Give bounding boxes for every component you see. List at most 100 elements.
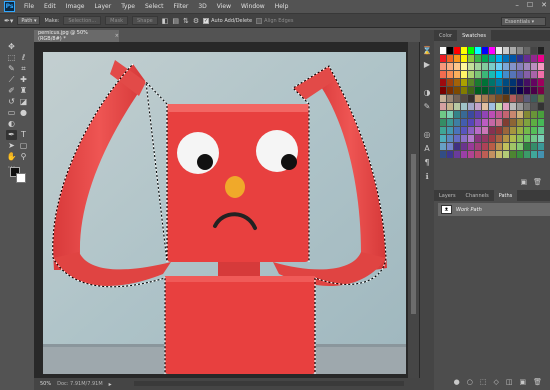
swatch-chip[interactable]: [503, 95, 509, 102]
swatch-chip[interactable]: [538, 87, 544, 94]
swatch-chip[interactable]: [454, 103, 460, 110]
swatch-chip[interactable]: [489, 119, 495, 126]
swatch-chip[interactable]: [440, 71, 446, 78]
marquee-icon[interactable]: ⬚: [6, 53, 17, 63]
swatch-chip[interactable]: [517, 127, 523, 134]
swatch-chip[interactable]: [496, 63, 502, 70]
mode-dropdown[interactable]: Path ▾: [17, 16, 41, 25]
swatch-chip[interactable]: [496, 135, 502, 142]
swatch-chip[interactable]: [517, 63, 523, 70]
swatch-chip[interactable]: [538, 71, 544, 78]
swatch-chip[interactable]: [524, 111, 530, 118]
zoom-icon[interactable]: ⚲: [18, 152, 29, 162]
swatch-chip[interactable]: [447, 95, 453, 102]
swatch-chip[interactable]: [503, 111, 509, 118]
swatch-chip[interactable]: [489, 79, 495, 86]
blur-icon[interactable]: ●: [18, 108, 29, 118]
swatch-chip[interactable]: [531, 47, 537, 54]
swatch-chip[interactable]: [468, 119, 474, 126]
swatch-chip[interactable]: [440, 143, 446, 150]
swatch-chip[interactable]: [447, 111, 453, 118]
path-row-work-path[interactable]: ᴥ Work Path: [438, 203, 550, 216]
swatch-chip[interactable]: [440, 47, 446, 54]
swatch-chip[interactable]: [440, 79, 446, 86]
swatch-chip[interactable]: [461, 127, 467, 134]
minimize-button[interactable]: –: [515, 1, 519, 9]
swatch-chip[interactable]: [468, 111, 474, 118]
swatch-chip[interactable]: [503, 103, 509, 110]
quick-select-icon[interactable]: ✎: [6, 64, 17, 74]
swatch-chip[interactable]: [468, 79, 474, 86]
swatch-chip[interactable]: [538, 55, 544, 62]
swatch-chip[interactable]: [531, 151, 537, 158]
swatch-chip[interactable]: [517, 55, 523, 62]
swatch-chip[interactable]: [503, 47, 509, 54]
swatch-chip[interactable]: [538, 143, 544, 150]
swatch-chip[interactable]: [461, 71, 467, 78]
swatch-chip[interactable]: [510, 143, 516, 150]
swatch-chip[interactable]: [468, 143, 474, 150]
swatch-chip[interactable]: [447, 79, 453, 86]
swatch-chip[interactable]: [475, 135, 481, 142]
swatch-chip[interactable]: [440, 95, 446, 102]
swatch-chip[interactable]: [447, 87, 453, 94]
swatch-chip[interactable]: [496, 47, 502, 54]
swatch-chip[interactable]: [524, 79, 530, 86]
swatch-chip[interactable]: [482, 47, 488, 54]
actions-icon[interactable]: ▶: [422, 60, 432, 70]
swatch-chip[interactable]: [482, 103, 488, 110]
swatch-chip[interactable]: [468, 103, 474, 110]
swatch-chip[interactable]: [531, 71, 537, 78]
swatch-chip[interactable]: [538, 103, 544, 110]
swatch-chip[interactable]: [447, 151, 453, 158]
brush-icon[interactable]: ✐: [6, 86, 17, 96]
info-icon[interactable]: ℹ: [422, 172, 432, 182]
tab-layers[interactable]: Layers: [434, 190, 461, 201]
document-tab[interactable]: pernicus.jpg @ 50% (RGB/8#) * ×: [34, 30, 119, 42]
gradient-icon[interactable]: ▭: [6, 108, 17, 118]
swatch-chip[interactable]: [517, 135, 523, 142]
swatch-chip[interactable]: [475, 71, 481, 78]
swatch-chip[interactable]: [454, 143, 460, 150]
swatch-chip[interactable]: [447, 55, 453, 62]
swatch-chip[interactable]: [524, 143, 530, 150]
close-window-button[interactable]: ✕: [541, 1, 547, 9]
swatch-chip[interactable]: [482, 143, 488, 150]
add-mask-icon[interactable]: ◫: [506, 378, 513, 386]
swatch-chip[interactable]: [538, 95, 544, 102]
swatch-chip[interactable]: [489, 103, 495, 110]
swatch-chip[interactable]: [510, 127, 516, 134]
new-swatch-icon[interactable]: ▣: [520, 178, 527, 186]
swatch-chip[interactable]: [454, 135, 460, 142]
tab-paths[interactable]: Paths: [493, 190, 518, 201]
character-icon[interactable]: A: [422, 144, 432, 154]
swatch-chip[interactable]: [524, 151, 530, 158]
swatch-chip[interactable]: [454, 151, 460, 158]
menu-type[interactable]: Type: [116, 3, 140, 10]
swatch-chip[interactable]: [496, 71, 502, 78]
swatch-chip[interactable]: [454, 95, 460, 102]
swatch-chip[interactable]: [538, 119, 544, 126]
swatch-chip[interactable]: [503, 87, 509, 94]
swatch-chip[interactable]: [440, 119, 446, 126]
swatch-chip[interactable]: [496, 87, 502, 94]
swatch-chip[interactable]: [503, 143, 509, 150]
swatch-chip[interactable]: [510, 95, 516, 102]
swatch-chip[interactable]: [468, 95, 474, 102]
horizontal-scrollbar[interactable]: [134, 381, 404, 386]
swatch-chip[interactable]: [461, 87, 467, 94]
swatch-chip[interactable]: [475, 87, 481, 94]
menu-3d[interactable]: 3D: [193, 3, 211, 10]
vertical-scroll-thumb[interactable]: [411, 154, 416, 314]
swatch-chip[interactable]: [531, 127, 537, 134]
align-edges-checkbox[interactable]: Align Edges: [256, 17, 293, 24]
swatch-chip[interactable]: [489, 95, 495, 102]
swatch-chip[interactable]: [496, 111, 502, 118]
swatch-chip[interactable]: [461, 151, 467, 158]
swatch-chip[interactable]: [482, 119, 488, 126]
swatch-chip[interactable]: [524, 95, 530, 102]
swatch-chip[interactable]: [496, 95, 502, 102]
zoom-level[interactable]: 50%: [40, 381, 51, 387]
stamp-icon[interactable]: ♜: [18, 86, 29, 96]
swatch-chip[interactable]: [510, 135, 516, 142]
